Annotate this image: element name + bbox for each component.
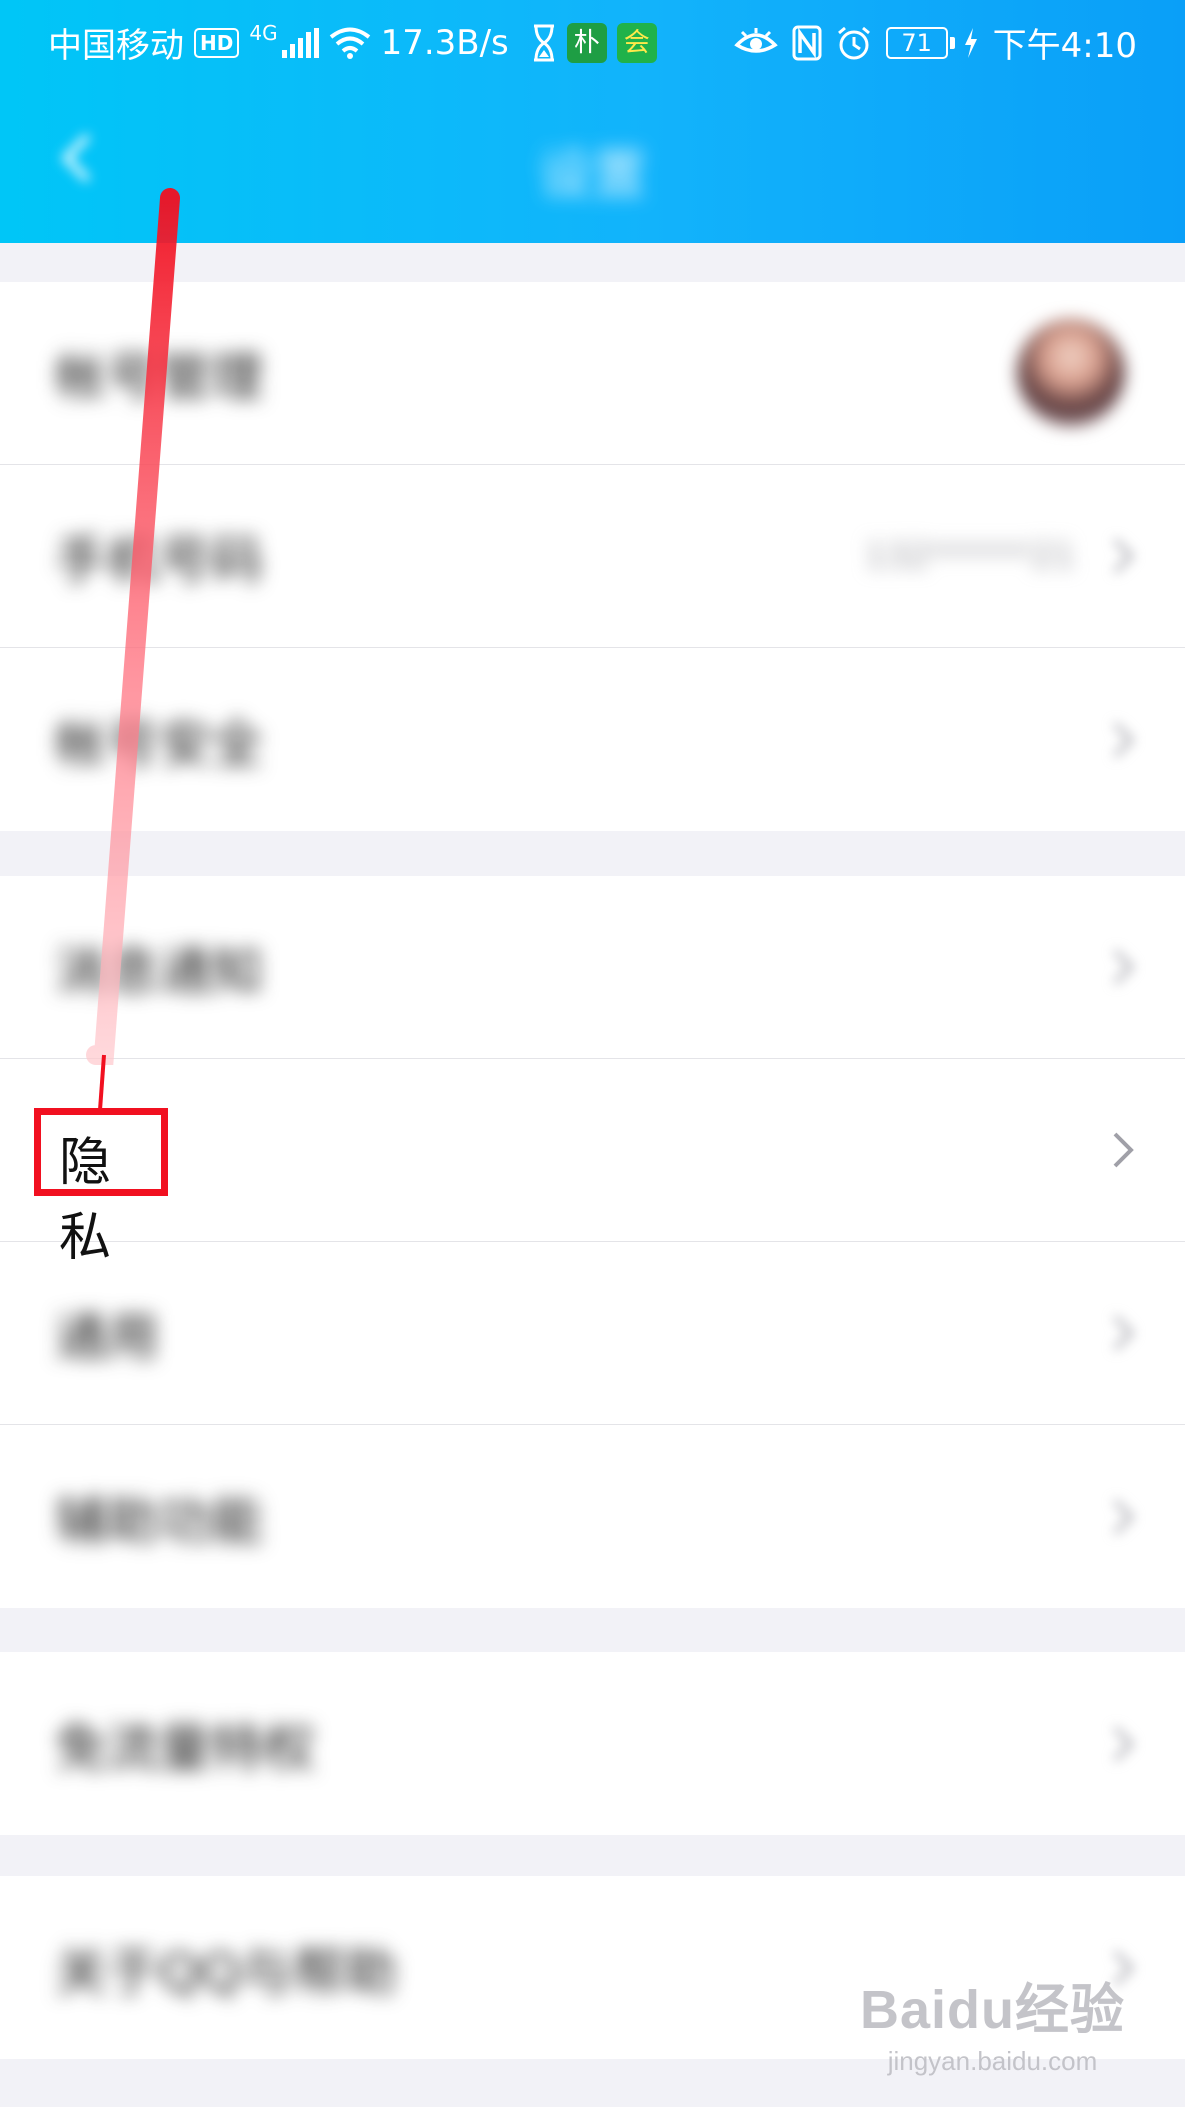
phone-number-value: 132******21 bbox=[864, 536, 1075, 576]
app-badge-icon: 朴 bbox=[566, 22, 607, 63]
watermark: Baidu经验 jingyan.baidu.com bbox=[860, 1965, 1125, 2077]
status-right: 71 下午4:10 bbox=[733, 18, 1137, 67]
row-label: 帐号安全 bbox=[55, 715, 264, 775]
privacy-label: 隐私 bbox=[59, 1133, 112, 1268]
home-app-icon: 会 bbox=[616, 22, 657, 63]
chevron-right-icon bbox=[1113, 1315, 1134, 1351]
network-label: 4G bbox=[249, 20, 278, 45]
page-title: 设置 bbox=[538, 143, 647, 206]
settings-row-accessibility[interactable]: 辅助功能 bbox=[0, 1425, 1185, 1608]
network-speed: 17.3B/s bbox=[380, 22, 509, 63]
settings-row-account-management[interactable]: 帐号管理 bbox=[0, 282, 1185, 465]
row-label: 手机号码 bbox=[55, 531, 264, 592]
signal-icon bbox=[281, 27, 319, 58]
settings-screen: 中国移动 HD 4G 17.3B/s 朴 会 71 下午4:10 设置 帐号管理… bbox=[0, 0, 1185, 2107]
alarm-icon bbox=[837, 26, 870, 59]
avatar bbox=[1017, 319, 1125, 427]
row-label: 免流量特权 bbox=[55, 1719, 316, 1779]
row-label: 帐号管理 bbox=[55, 348, 264, 409]
battery-level: 71 bbox=[885, 26, 948, 59]
chevron-right-icon bbox=[1113, 1726, 1134, 1761]
status-bar: 中国移动 HD 4G 17.3B/s 朴 会 71 下午4:10 bbox=[0, 0, 1185, 80]
row-label: 辅助功能 bbox=[55, 1492, 264, 1552]
chevron-right-icon bbox=[1113, 1132, 1134, 1168]
highlight-box: 隐私 bbox=[34, 1108, 168, 1268]
chevron-right-icon bbox=[1113, 949, 1134, 985]
settings-row-free-data[interactable]: 免流量特权 bbox=[0, 1652, 1185, 1835]
wifi-icon bbox=[329, 27, 370, 59]
settings-row-privacy[interactable] bbox=[0, 1059, 1185, 1242]
watermark-url: jingyan.baidu.com bbox=[887, 2046, 1098, 2076]
charging-icon bbox=[964, 27, 977, 58]
baidu-logo: Baidu经验 bbox=[859, 1980, 1125, 2040]
nav-bar: 设置 bbox=[0, 100, 1185, 225]
eye-icon bbox=[733, 27, 778, 53]
hourglass-icon bbox=[533, 24, 554, 61]
settings-group-account: 帐号管理 手机号码 132******21 帐号安全 bbox=[0, 282, 1185, 831]
battery-icon: 71 bbox=[885, 26, 955, 59]
row-label: 通用 bbox=[55, 1308, 160, 1369]
header: 中国移动 HD 4G 17.3B/s 朴 会 71 下午4:10 设置 bbox=[0, 0, 1185, 243]
hd-badge: HD bbox=[194, 27, 240, 58]
chevron-right-icon bbox=[1113, 1499, 1134, 1534]
settings-group-data-free: 免流量特权 bbox=[0, 1652, 1185, 1835]
chevron-right-icon bbox=[1113, 722, 1134, 757]
settings-row-notifications[interactable]: 消息通知 bbox=[0, 876, 1185, 1059]
carrier-label: 中国移动 bbox=[48, 26, 184, 66]
settings-group-general: 消息通知 通用 辅助功能 bbox=[0, 876, 1185, 1608]
clock-time: 下午4:10 bbox=[992, 26, 1137, 66]
chevron-right-icon bbox=[1113, 538, 1134, 574]
row-label: 关于QQ与帮助 bbox=[55, 1943, 397, 2003]
row-label: 消息通知 bbox=[55, 942, 264, 1003]
settings-row-phone-number[interactable]: 手机号码 132******21 bbox=[0, 465, 1185, 648]
status-left: 中国移动 HD 4G 17.3B/s 朴 会 bbox=[48, 18, 657, 67]
settings-row-account-security[interactable]: 帐号安全 bbox=[0, 648, 1185, 831]
nfc-icon bbox=[792, 25, 822, 60]
settings-row-general[interactable]: 通用 bbox=[0, 1242, 1185, 1425]
